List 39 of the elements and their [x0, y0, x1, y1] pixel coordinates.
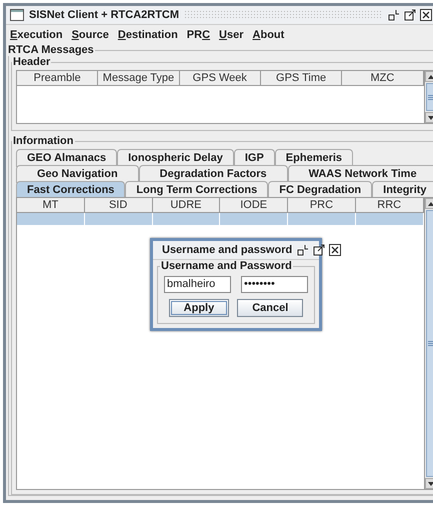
close-icon[interactable] [329, 244, 342, 256]
scroll-up-icon[interactable] [428, 202, 433, 206]
scroll-down-icon[interactable] [428, 116, 433, 120]
iconify-icon[interactable] [388, 9, 400, 21]
column-header[interactable]: MT [17, 198, 85, 212]
iconify-icon[interactable] [297, 244, 310, 256]
column-header[interactable]: UDRE [152, 198, 220, 212]
dialog-button[interactable]: Cancel [237, 299, 304, 317]
window-title: SISNet Client + RTCA2RTCM [29, 9, 180, 21]
window-icon [10, 9, 24, 21]
column-header[interactable]: IODE [220, 198, 288, 212]
scroll-down-icon[interactable] [428, 482, 433, 486]
column-header[interactable]: PRC [288, 198, 356, 212]
scroll-up-icon[interactable] [428, 74, 433, 78]
menu-item[interactable]: User [219, 28, 244, 40]
menu-item[interactable]: Source [72, 28, 109, 40]
menu-item[interactable]: Execution [10, 28, 63, 40]
group-title: RTCA Messages [7, 44, 95, 56]
column-header[interactable]: Message Type [98, 71, 180, 85]
menu-item[interactable]: About [252, 28, 284, 40]
dialog-button[interactable]: Apply [168, 299, 230, 317]
scrollbar-thumb[interactable] [426, 210, 433, 477]
column-header[interactable]: SID [84, 198, 153, 212]
menu-item[interactable]: Destination [118, 28, 178, 40]
column-header[interactable]: GPS Week [180, 71, 261, 85]
dialog-title: Username and password [162, 244, 292, 256]
password-field[interactable]: •••••••• [241, 276, 308, 293]
maximize-icon[interactable] [404, 9, 416, 21]
close-icon[interactable] [420, 9, 432, 21]
group-title: Information [12, 135, 74, 147]
scrollbar-thumb[interactable] [426, 83, 433, 111]
group-title: Header [12, 56, 52, 68]
menu-item[interactable]: PRC [186, 28, 210, 40]
group-title: Username and Password [160, 260, 293, 272]
column-header[interactable]: GPS Time [260, 71, 342, 85]
maximize-icon[interactable] [313, 244, 326, 256]
username-field[interactable]: bmalheiro [164, 276, 231, 293]
column-header[interactable]: Preamble [17, 71, 98, 85]
tab[interactable]: Geo Navigation [16, 165, 139, 183]
